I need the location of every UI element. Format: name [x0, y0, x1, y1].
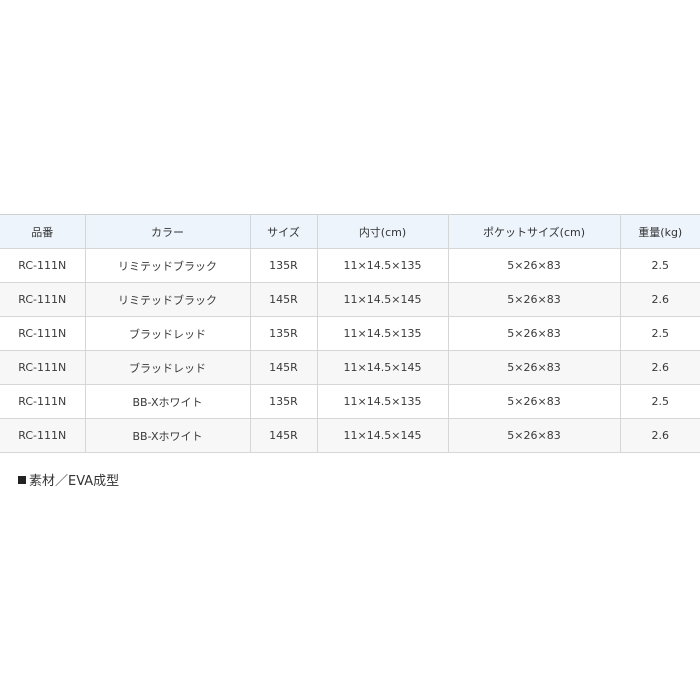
cell-inner-dimensions: 11×14.5×145 [316, 350, 449, 385]
cell-product-number: RC-111N [0, 282, 86, 317]
cell-pocket-size: 5×26×83 [447, 350, 621, 385]
cell-product-number: RC-111N [0, 350, 86, 385]
square-bullet-icon [18, 475, 26, 484]
cell-color: BB-Xホワイト [84, 384, 251, 419]
table-row: RC-111N ブラッドレッド 135R 11×14.5×135 5×26×83… [0, 316, 700, 351]
cell-size: 145R [249, 282, 318, 317]
header-size: サイズ [249, 214, 318, 249]
cell-size: 145R [249, 418, 318, 453]
cell-pocket-size: 5×26×83 [447, 384, 621, 419]
cell-inner-dimensions: 11×14.5×135 [316, 384, 449, 419]
cell-weight: 2.6 [619, 282, 700, 317]
header-weight: 重量(kg) [619, 214, 700, 249]
cell-weight: 2.5 [619, 316, 700, 351]
cell-size: 135R [249, 248, 318, 283]
cell-size: 135R [249, 316, 318, 351]
cell-product-number: RC-111N [0, 316, 86, 351]
cell-inner-dimensions: 11×14.5×145 [316, 282, 449, 317]
table-row: RC-111N ブラッドレッド 145R 11×14.5×145 5×26×83… [0, 350, 700, 385]
cell-inner-dimensions: 11×14.5×135 [316, 248, 449, 283]
table-row: RC-111N BB-Xホワイト 145R 11×14.5×145 5×26×8… [0, 418, 700, 453]
cell-weight: 2.5 [619, 384, 700, 419]
cell-color: リミテッドブラック [84, 248, 251, 283]
header-pocket-size: ポケットサイズ(cm) [447, 214, 621, 249]
cell-color: ブラッドレッド [84, 316, 251, 351]
spec-table-body: RC-111N リミテッドブラック 135R 11×14.5×135 5×26×… [0, 248, 700, 453]
material-note: 素材／EVA成型 [18, 470, 119, 489]
header-color: カラー [84, 214, 251, 249]
cell-pocket-size: 5×26×83 [447, 282, 621, 317]
cell-color: ブラッドレッド [84, 350, 251, 385]
cell-size: 145R [249, 350, 318, 385]
cell-pocket-size: 5×26×83 [447, 248, 621, 283]
spec-table-header: 品番 カラー サイズ 内寸(cm) ポケットサイズ(cm) 重量(kg) [0, 214, 700, 249]
cell-color: リミテッドブラック [84, 282, 251, 317]
cell-size: 135R [249, 384, 318, 419]
header-product-number: 品番 [0, 214, 86, 249]
cell-inner-dimensions: 11×14.5×145 [316, 418, 449, 453]
cell-color: BB-Xホワイト [84, 418, 251, 453]
cell-product-number: RC-111N [0, 418, 86, 453]
table-row: RC-111N BB-Xホワイト 135R 11×14.5×135 5×26×8… [0, 384, 700, 419]
cell-inner-dimensions: 11×14.5×135 [316, 316, 449, 351]
table-row: RC-111N リミテッドブラック 135R 11×14.5×135 5×26×… [0, 248, 700, 283]
cell-weight: 2.6 [619, 350, 700, 385]
cell-product-number: RC-111N [0, 384, 86, 419]
spec-table: 品番 カラー サイズ 内寸(cm) ポケットサイズ(cm) 重量(kg) RC-… [0, 214, 700, 453]
header-row: 品番 カラー サイズ 内寸(cm) ポケットサイズ(cm) 重量(kg) [0, 214, 700, 249]
header-inner-dimensions: 内寸(cm) [316, 214, 449, 249]
table-row: RC-111N リミテッドブラック 145R 11×14.5×145 5×26×… [0, 282, 700, 317]
material-note-text: 素材／EVA成型 [29, 474, 120, 489]
cell-pocket-size: 5×26×83 [447, 316, 621, 351]
cell-weight: 2.5 [619, 248, 700, 283]
cell-pocket-size: 5×26×83 [447, 418, 621, 453]
cell-weight: 2.6 [619, 418, 700, 453]
cell-product-number: RC-111N [0, 248, 86, 283]
